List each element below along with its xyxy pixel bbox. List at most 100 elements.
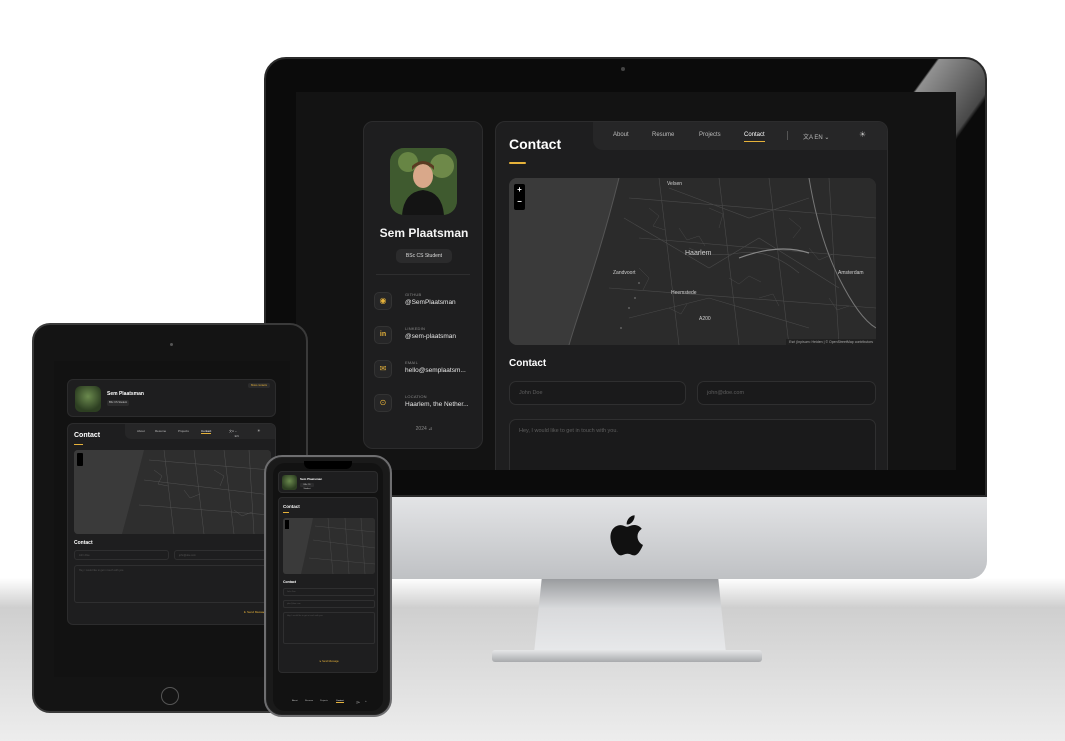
zoom-out-button[interactable]: − (514, 197, 525, 206)
profile-name: Sem Plaatsman (107, 391, 144, 397)
role-badge: BSc CS Student (396, 249, 452, 263)
sun-icon[interactable]: ☀ (257, 428, 261, 433)
map-label: Heemstede (671, 290, 697, 296)
main-panel: Contact Contact John Doe john@doe.com He… (278, 497, 378, 673)
iphone-frame: Sem Plaatsman BSc CS Student Contact Con… (264, 455, 392, 717)
email-input[interactable]: john@doe.com (283, 600, 375, 608)
language-label: EN (814, 135, 823, 141)
tablet-display: Sem Plaatsman BSc CS Student Show contac… (54, 361, 290, 677)
nav-contact[interactable]: Contact (744, 132, 765, 142)
mail-icon: ✉ (374, 360, 392, 378)
sun-icon[interactable]: ☀ (365, 700, 367, 703)
nav-resume[interactable]: Resume (305, 700, 313, 702)
form-title: Contact (509, 358, 547, 369)
main-panel: Contact About Resume Projects Contact 文A… (67, 423, 276, 625)
nav-contact[interactable]: Contact (201, 429, 212, 434)
navbar: About Resume Projects Contact 文A EN ⌄ ☀ (125, 424, 275, 439)
form-title: Contact (283, 580, 297, 584)
name-input[interactable]: John Doe (74, 550, 169, 560)
page-title: Contact (74, 432, 101, 439)
nav-projects[interactable]: Projects (178, 429, 189, 433)
contact-email[interactable]: ✉ EMAIL hello@semplaatsm... (374, 358, 479, 382)
apple-logo-icon (610, 515, 643, 556)
nav-about[interactable]: About (137, 429, 145, 433)
phone-display: Sem Plaatsman BSc CS Student Contact Con… (273, 463, 383, 711)
map[interactable] (74, 450, 271, 534)
map-label: Haarlem (685, 250, 712, 257)
map-tiles (283, 518, 375, 574)
imac-stand-foot (492, 650, 762, 662)
profile-card: Sem Plaatsman BSc CS Student (278, 471, 378, 493)
title-underline (509, 162, 526, 164)
title-underline (74, 444, 83, 445)
desktop-display: Sem Plaatsman BSc CS Student ◉ GITHUB @S… (296, 92, 956, 470)
map-label: A200 (699, 316, 711, 322)
send-icon: ➤ (243, 610, 247, 614)
contact-value: @SemPlaatsman (405, 299, 456, 306)
contact-linkedin[interactable]: in LINKEDIN @sem-plaatsman (374, 324, 479, 348)
map-label: Velsen (667, 181, 683, 187)
contact-label: LINKEDIN (405, 326, 426, 331)
map-attribution[interactable]: Esri (Inpisum: Heiden | © OpenStreetMap … (786, 339, 876, 345)
navbar: About Resume Projects Contact 文A EN ⌄ ☀ (593, 122, 887, 150)
form-title: Contact (74, 540, 93, 546)
map-label: Amsterdam (838, 270, 864, 276)
email-input[interactable]: john@doe.com (697, 381, 876, 405)
nav-about[interactable]: About (613, 132, 629, 138)
name-input[interactable]: John Doe (509, 381, 686, 405)
location-icon: ⊙ (374, 394, 392, 412)
profile-sidebar: Sem Plaatsman BSc CS Student ◉ GITHUB @S… (363, 121, 483, 449)
avatar (75, 386, 101, 412)
role-badge: BSc CS Student (300, 483, 314, 490)
language-switcher[interactable]: 文A EN ⌄ (803, 132, 829, 141)
contact-label: EMAIL (405, 360, 419, 365)
nav-contact[interactable]: Contact (336, 700, 344, 703)
profile-name: Sem Plaatsman (379, 226, 469, 240)
message-textarea[interactable]: Hey, I would like to get in touch with y… (283, 612, 375, 644)
translate-icon[interactable]: 文A (356, 700, 360, 704)
zoom-control[interactable] (77, 453, 83, 466)
name-input[interactable]: John Doe (283, 588, 375, 596)
nav-resume[interactable]: Resume (652, 132, 674, 138)
language-label: EN (234, 434, 239, 438)
language-switcher[interactable]: 文A EN ⌄ (229, 429, 239, 438)
map[interactable] (283, 518, 375, 574)
profile-card: Sem Plaatsman BSc CS Student Show contac… (67, 379, 276, 417)
chevron-down-icon: ⌄ (824, 135, 830, 141)
zoom-in-button[interactable]: + (514, 185, 525, 194)
avatar (282, 475, 297, 490)
send-message-button[interactable]: ➤ Send Message (279, 660, 377, 663)
contact-value: @sem-plaatsman (405, 333, 457, 340)
sun-icon[interactable]: ☀ (859, 130, 866, 139)
show-contacts-button[interactable]: Show contacts (247, 383, 270, 388)
contact-github[interactable]: ◉ GITHUB @SemPlaatsman (374, 290, 479, 314)
ipad-home-button (161, 687, 179, 705)
contact-location[interactable]: ⊙ LOCATION Haarlem, the Nether... (374, 392, 479, 416)
role-badge: BSc CS Student (107, 400, 129, 406)
message-textarea[interactable]: Hey, I would like to get in touch with y… (509, 419, 876, 470)
profile-name: Sem Plaatsman (300, 477, 323, 481)
zoom-control[interactable] (285, 520, 289, 529)
bottom-navbar: About Resume Projects Contact 文A ☀ (278, 699, 378, 707)
sidebar-divider (376, 274, 470, 275)
email-input[interactable]: john@doe.com (174, 550, 271, 560)
map[interactable]: Haarlem Zandvoort Amsterdam Heemstede Ve… (509, 178, 876, 345)
linkedin-icon: in (374, 326, 392, 344)
nav-about[interactable]: About (292, 700, 298, 702)
map-tiles (509, 178, 876, 345)
map-label: Zandvoort (613, 270, 636, 276)
imac-screen-bezel: Sem Plaatsman BSc CS Student ◉ GITHUB @S… (264, 57, 987, 497)
map-tiles (74, 450, 271, 534)
zoom-control: + − (514, 184, 525, 210)
message-textarea[interactable]: Hey, I would like to get in touch with y… (74, 565, 271, 603)
imac-stand (534, 579, 726, 653)
iphone-notch (304, 461, 352, 469)
imac-camera (621, 67, 625, 71)
avatar (390, 148, 457, 215)
nav-projects[interactable]: Projects (699, 132, 721, 138)
send-label: Send Message (322, 660, 339, 663)
avatar-portrait (390, 148, 457, 215)
nav-projects[interactable]: Projects (320, 700, 328, 702)
contact-label: LOCATION (405, 394, 427, 399)
nav-resume[interactable]: Resume (155, 429, 166, 433)
